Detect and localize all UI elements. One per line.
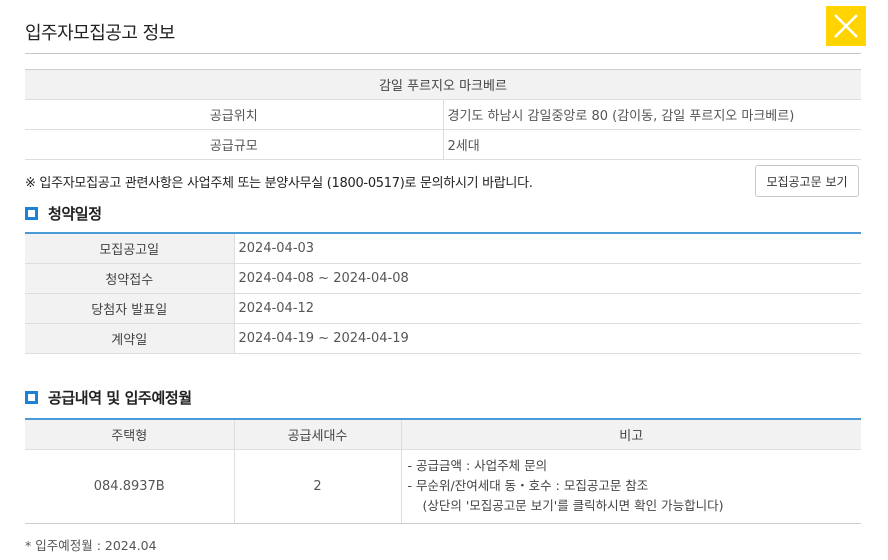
row-label: 계약일: [25, 323, 235, 354]
column-header: 공급세대수: [234, 419, 402, 450]
complex-name: 감일 푸르지오 마크베르: [25, 69, 861, 100]
header-divider: [25, 53, 861, 54]
supply-location: 경기도 하남시 감일중앙로 80 (감이동, 감일 푸르지오 마크베르): [443, 99, 861, 130]
modal-title: 입주자모집공고 정보: [25, 23, 175, 44]
table-row: 청약접수 2024-04-08 ~ 2024-04-08: [25, 263, 861, 294]
row-label: 공급규모: [25, 129, 444, 160]
remark-line: (상단의 '모집공고문 보기'를 클릭하시면 확인 가능합니다): [422, 498, 724, 513]
schedule-table: 모집공고일 2024-04-03 청약접수 2024-04-08 ~ 2024-…: [25, 232, 861, 354]
table-row: 계약일 2024-04-19 ~ 2024-04-19: [25, 323, 861, 354]
section-title-schedule: 청약일정: [25, 203, 102, 224]
supply-scale: 2세대: [443, 129, 861, 160]
column-header: 주택형: [25, 419, 235, 450]
section-title-text: 청약일정: [48, 205, 102, 223]
modal-header: 입주자모집공고 정보: [0, 0, 888, 54]
row-label: 모집공고일: [25, 233, 235, 264]
table-row: 공급위치 경기도 하남시 감일중앙로 80 (감이동, 감일 푸르지오 마크베르…: [25, 99, 861, 130]
square-bullet-icon: [25, 391, 38, 404]
table-row: 감일 푸르지오 마크베르: [25, 69, 861, 100]
column-header: 비고: [401, 419, 861, 450]
row-value: 2024-04-19 ~ 2024-04-19: [234, 323, 861, 354]
table-row: 모집공고일 2024-04-03: [25, 233, 861, 264]
section-title-text: 공급내역 및 입주예정월: [48, 389, 192, 407]
row-label: 공급위치: [25, 99, 444, 130]
close-icon: [834, 14, 858, 38]
view-notice-button[interactable]: 모집공고문 보기: [755, 165, 859, 197]
complex-info-table: 감일 푸르지오 마크베르 공급위치 경기도 하남시 감일중앙로 80 (감이동,…: [25, 69, 861, 160]
table-row: 공급규모 2세대: [25, 129, 861, 160]
row-value: 2024-04-03: [234, 233, 861, 264]
remark-line: - 무순위/잔여세대 동・호수 : 모집공고문 참조: [407, 478, 649, 493]
remark-line: - 공급금액 : 사업주체 문의: [407, 458, 548, 473]
table-row: 당첨자 발표일 2024-04-12: [25, 293, 861, 324]
move-in-footnote: * 입주예정월 : 2024.04: [25, 538, 157, 553]
section-title-supply: 공급내역 및 입주예정월: [25, 387, 192, 408]
row-label: 당첨자 발표일: [25, 293, 235, 324]
row-value: 2024-04-12: [234, 293, 861, 324]
housing-type: 084.8937B: [25, 449, 235, 524]
close-button[interactable]: [826, 6, 866, 46]
remarks: - 공급금액 : 사업주체 문의 - 무순위/잔여세대 동・호수 : 모집공고문…: [401, 449, 861, 524]
table-header-row: 주택형 공급세대수 비고: [25, 419, 861, 450]
row-value: 2024-04-08 ~ 2024-04-08: [234, 263, 861, 294]
row-label: 청약접수: [25, 263, 235, 294]
supply-units: 2: [234, 449, 402, 524]
table-row: 084.8937B 2 - 공급금액 : 사업주체 문의 - 무순위/잔여세대 …: [25, 449, 861, 524]
contact-notice: ※ 입주자모집공고 관련사항은 사업주체 또는 분양사무실 (1800-0517…: [25, 176, 533, 191]
supply-table: 주택형 공급세대수 비고 084.8937B 2 - 공급금액 : 사업주체 문…: [25, 418, 861, 524]
square-bullet-icon: [25, 207, 38, 220]
